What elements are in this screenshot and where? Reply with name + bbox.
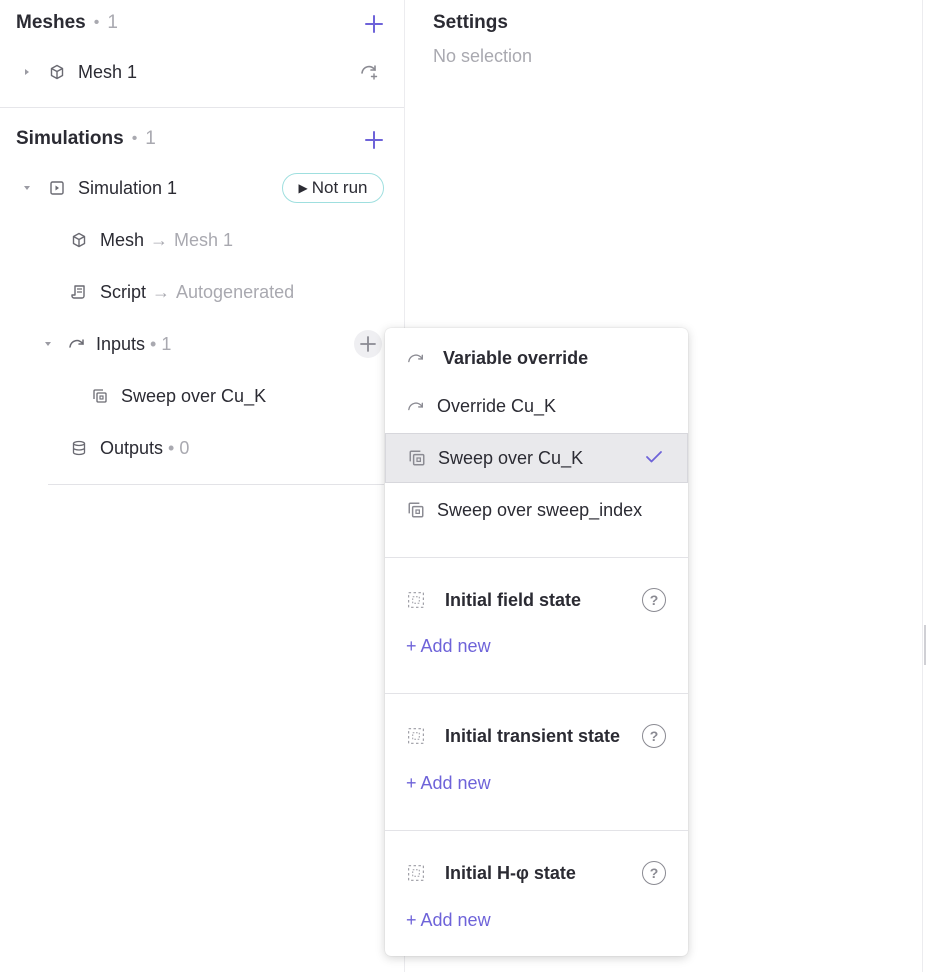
sim-mesh-target: Mesh 1 (174, 229, 234, 250)
dashed-grid-icon (407, 727, 425, 745)
tree-item-sweep-cu-k[interactable]: Sweep over Cu_K (91, 381, 266, 411)
meshes-header: Meshes • 1 (16, 10, 118, 36)
mesh-refresh-button[interactable] (356, 58, 382, 84)
add-simulation-button[interactable] (361, 127, 387, 153)
caret-down-icon[interactable] (43, 339, 53, 349)
initial-h-phi-state-header: Initial H-φ state ? (385, 853, 688, 893)
add-input-button[interactable] (354, 330, 382, 358)
copy-stack-icon (407, 501, 425, 519)
section-divider (0, 107, 404, 108)
gauge-icon (407, 397, 425, 415)
tree-divider (48, 484, 384, 485)
cube-icon (70, 231, 88, 249)
sim-script-label: Script (100, 281, 147, 302)
variable-override-label: Variable override (443, 347, 589, 368)
tree-item-sim-script[interactable]: Script → Autogenerated (70, 277, 294, 307)
menu-item-override-cu-k[interactable]: Override Cu_K (385, 381, 688, 431)
play-square-icon (48, 179, 66, 197)
play-icon: ▶ (298, 181, 308, 195)
simulations-title: Simulations (16, 128, 124, 149)
left-panel: Meshes • 1 Mesh 1 Simulations • 1 Simula… (0, 0, 405, 972)
tree-item-mesh-1[interactable]: Mesh 1 (22, 57, 137, 87)
initial-transient-state-header: Initial transient state ? (385, 716, 688, 756)
plus-icon (365, 15, 383, 33)
add-mesh-button[interactable] (361, 11, 387, 37)
database-icon (70, 439, 88, 457)
dashed-grid-icon (407, 591, 425, 609)
simulation-1-label: Simulation 1 (78, 177, 178, 198)
menu-item-label: Sweep over Cu_K (438, 447, 584, 468)
scrollbar-handle[interactable] (924, 625, 926, 665)
add-new-transient-state-link[interactable]: + Add new (406, 773, 491, 794)
scroll-icon (70, 283, 88, 301)
initial-transient-state-label: Initial transient state (445, 725, 621, 746)
outputs-label: Outputs (100, 437, 164, 458)
menu-item-label: Sweep over sweep_index (437, 499, 643, 520)
add-new-h-phi-state-link[interactable]: + Add new (406, 910, 491, 931)
panel-border (922, 0, 923, 972)
tree-item-outputs[interactable]: Outputs • 0 (70, 433, 189, 463)
menu-divider (385, 693, 688, 694)
help-icon[interactable]: ? (642, 861, 666, 885)
gauge-refresh-icon (361, 65, 378, 80)
add-new-field-state-link[interactable]: + Add new (406, 636, 491, 657)
caret-right-icon[interactable] (22, 67, 32, 77)
add-input-menu: Variable override Override Cu_K Sweep ov… (385, 328, 688, 956)
plus-icon (360, 336, 376, 352)
outputs-count: 0 (179, 437, 190, 458)
arrow-right-icon: → (152, 281, 171, 302)
sim-mesh-label: Mesh (100, 229, 145, 250)
initial-field-state-label: Initial field state (445, 589, 582, 610)
inputs-label: Inputs (96, 333, 146, 354)
separator-dot: • (93, 14, 100, 31)
separator-dot: • (168, 437, 175, 458)
simulations-header: Simulations • 1 (16, 126, 156, 152)
initial-h-phi-state-label: Initial H-φ state (445, 862, 576, 883)
settings-title: Settings (433, 12, 508, 33)
initial-field-state-header: Initial field state ? (385, 580, 688, 620)
arrow-right-icon: → (150, 229, 169, 250)
menu-divider (385, 557, 688, 558)
sim-script-target: Autogenerated (176, 281, 295, 302)
help-icon[interactable]: ? (642, 588, 666, 612)
run-status-label: Not run (311, 178, 368, 197)
help-icon[interactable]: ? (642, 724, 666, 748)
run-status-badge[interactable]: ▶ Not run (282, 173, 384, 203)
checkmark-icon (645, 448, 663, 469)
caret-down-icon[interactable] (22, 183, 32, 193)
menu-item-sweep-cu-k[interactable]: Sweep over Cu_K (385, 433, 688, 483)
copy-stack-icon (408, 449, 426, 467)
dashed-grid-icon (407, 864, 425, 882)
settings-subtitle: No selection (433, 46, 533, 66)
meshes-count: 1 (107, 12, 118, 33)
menu-item-sweep-sweep-index[interactable]: Sweep over sweep_index (385, 485, 688, 535)
tree-item-sim-mesh[interactable]: Mesh → Mesh 1 (70, 225, 233, 255)
separator-dot: • (131, 130, 138, 147)
menu-divider (385, 830, 688, 831)
tree-item-simulation-1[interactable]: Simulation 1 (22, 173, 177, 203)
inputs-count: 1 (161, 333, 172, 354)
mesh-1-label: Mesh 1 (78, 61, 138, 82)
separator-dot: • (150, 333, 157, 354)
meshes-title: Meshes (16, 12, 86, 33)
variable-override-header: Variable override (385, 338, 688, 378)
copy-stack-icon (91, 387, 109, 405)
simulations-count: 1 (145, 128, 156, 149)
tree-item-inputs[interactable]: Inputs • 1 (43, 329, 171, 359)
gauge-icon (68, 335, 86, 353)
cube-icon (48, 63, 66, 81)
plus-icon (365, 131, 383, 149)
sweep-cu-k-label: Sweep over Cu_K (121, 385, 267, 406)
gauge-icon (407, 349, 425, 367)
menu-item-label: Override Cu_K (437, 395, 557, 416)
